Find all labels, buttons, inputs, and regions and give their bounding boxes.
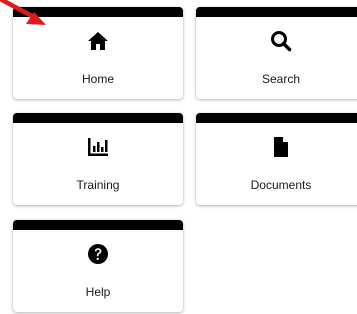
search-icon [196, 29, 357, 53]
tile-header-bar [196, 113, 357, 123]
documents-tile[interactable]: Documents [196, 113, 357, 205]
training-label: Training [76, 178, 120, 192]
help-label: Help [85, 285, 111, 299]
document-icon [196, 135, 357, 159]
tile-header-bar [13, 113, 183, 123]
home-icon [13, 29, 183, 53]
documents-label: Documents [250, 178, 312, 192]
bar-chart-icon [13, 135, 183, 159]
tile-header-bar [13, 7, 183, 17]
home-label: Home [81, 72, 114, 86]
tile-header-bar [13, 220, 183, 230]
training-tile[interactable]: Training [13, 113, 183, 205]
search-tile[interactable]: Search [196, 7, 357, 99]
help-tile[interactable]: Help [13, 220, 183, 312]
help-circle-icon [13, 242, 183, 266]
tile-menu: Home Search Training Documents Help [0, 0, 357, 314]
tile-header-bar [196, 7, 357, 17]
search-label: Search [261, 72, 301, 86]
home-tile[interactable]: Home [13, 7, 183, 99]
